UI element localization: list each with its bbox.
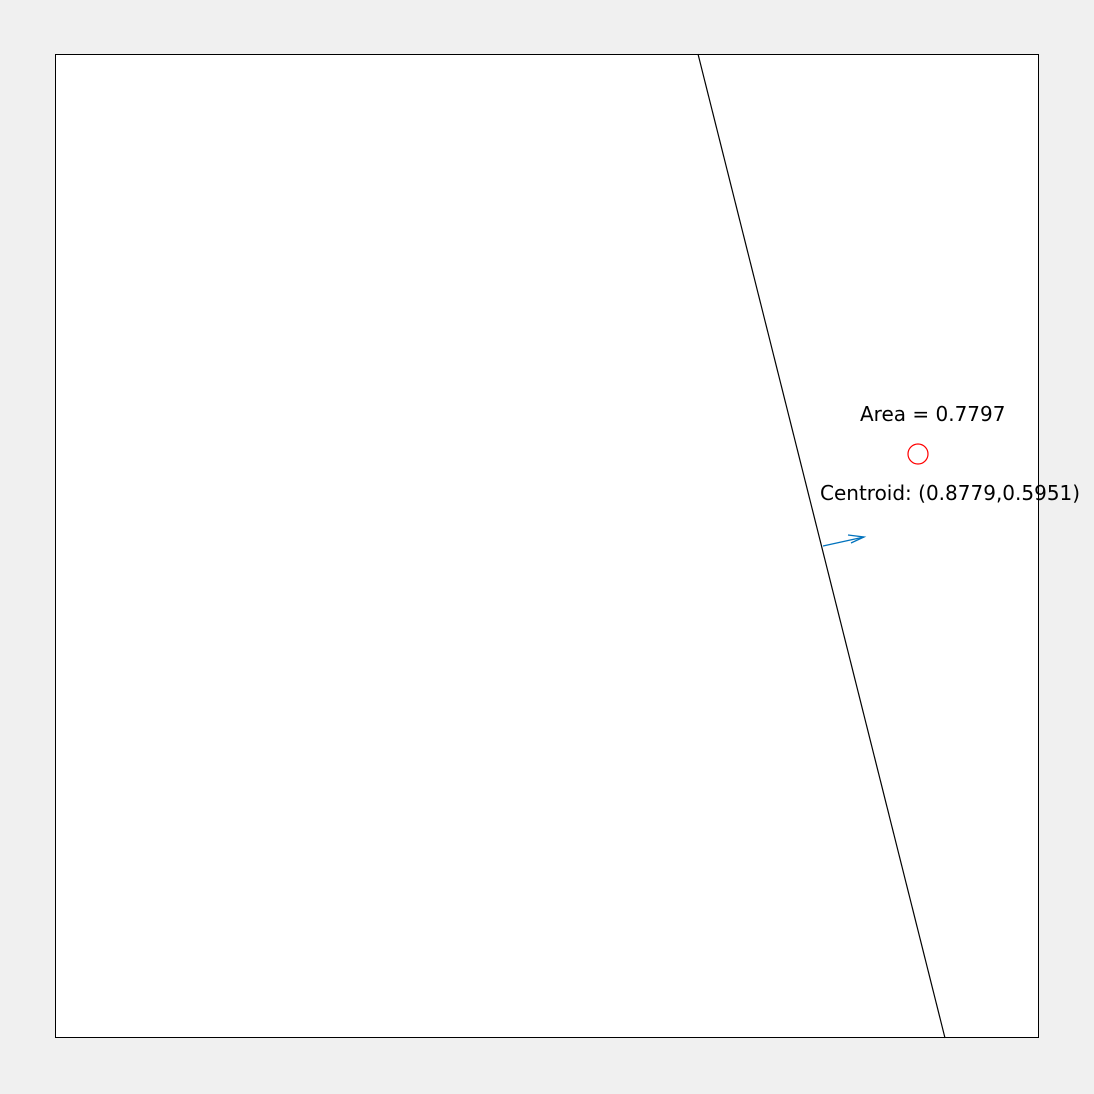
axes-box: [55, 54, 1039, 1038]
figure-window: Area = 0.7797 Centroid: (0.8779,0.5951): [0, 0, 1094, 1094]
centroid-label: Centroid: (0.8779,0.5951): [820, 481, 1080, 505]
plot-canvas: Area = 0.7797 Centroid: (0.8779,0.5951): [55, 53, 1080, 1039]
area-label: Area = 0.7797: [860, 402, 1005, 426]
